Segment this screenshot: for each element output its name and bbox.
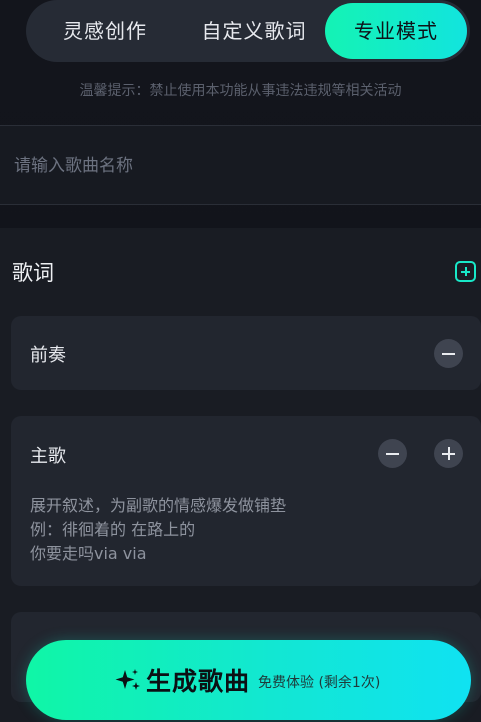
tab-custom-lyrics[interactable]: 自定义歌词	[184, 0, 324, 62]
add-line-icon[interactable]	[434, 439, 463, 468]
lyrics-card-intro: 前奏	[11, 316, 481, 390]
generate-label: 生成歌曲	[146, 667, 251, 696]
mode-tabs: 灵感创作 自定义歌词 专业模式	[26, 0, 470, 62]
tab-inspiration[interactable]: 灵感创作	[40, 0, 170, 62]
lyrics-card-verse: 主歌 展开叙述，为副歌的情感爆发做铺垫 例：徘徊着的 在路上的 你要走吗via …	[11, 416, 481, 586]
verse-hint-text[interactable]: 展开叙述，为副歌的情感爆发做铺垫 例：徘徊着的 在路上的 你要走吗via via	[30, 494, 460, 566]
remove-section-icon[interactable]	[434, 339, 463, 368]
song-name-input[interactable]	[12, 148, 466, 184]
section-title-verse: 主歌	[30, 446, 66, 467]
song-name-field	[0, 125, 481, 205]
hint-line: 例：徘徊着的 在路上的	[30, 520, 196, 539]
hint-line: 展开叙述，为副歌的情感爆发做铺垫	[30, 496, 287, 515]
pro-mode-screen: 灵感创作 自定义歌词 专业模式 温馨提示：禁止使用本功能从事违法违规等相关活动 …	[0, 0, 481, 722]
free-trial-note: 免费体验 (剩余1次)	[258, 675, 381, 691]
hint-line: 你要走吗via via	[30, 544, 147, 563]
section-title-intro: 前奏	[30, 345, 66, 366]
remove-section-icon[interactable]	[378, 439, 407, 468]
usage-notice: 温馨提示：禁止使用本功能从事违法违规等相关活动	[79, 83, 402, 99]
generate-song-button[interactable]: 生成歌曲 免费体验 (剩余1次)	[26, 640, 471, 720]
add-section-icon[interactable]	[455, 261, 476, 282]
lyrics-title: 歌词	[12, 261, 54, 285]
tab-pro-mode[interactable]: 专业模式	[325, 3, 467, 59]
sparkle-icon	[115, 669, 140, 690]
